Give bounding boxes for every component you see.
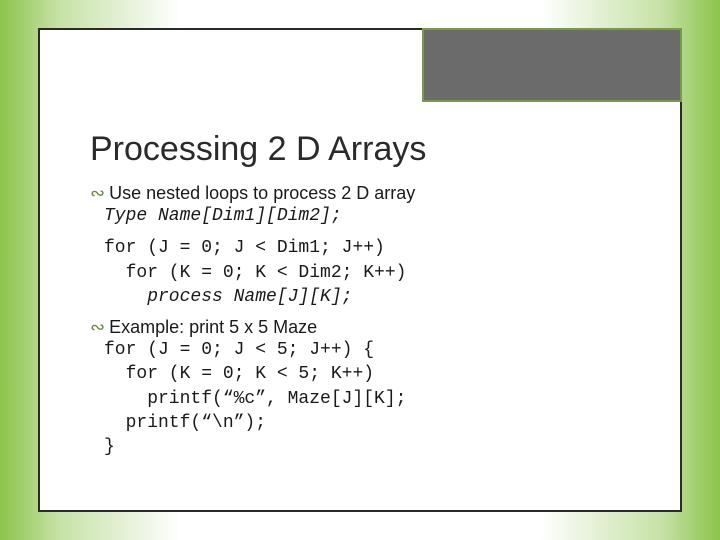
slide-title: Processing 2 D Arrays: [90, 130, 630, 169]
code-line: printf(“\n”);: [104, 411, 630, 435]
code-line: for (J = 0; J < 5; J++) {: [104, 338, 630, 362]
code-line: printf(“%c”, Maze[J][K];: [104, 387, 630, 411]
code-line: process Name[J][K];: [104, 285, 630, 309]
slide-content: Processing 2 D Arrays ∾ Use nested loops…: [90, 130, 630, 464]
corner-decoration: [422, 28, 682, 102]
bullet-text-1: Use nested loops to process 2 D array: [109, 183, 415, 204]
slide-frame: Processing 2 D Arrays ∾ Use nested loops…: [38, 28, 682, 512]
code-blank: [104, 228, 630, 236]
code-block-1: Type Name[Dim1][Dim2]; for (J = 0; J < D…: [104, 204, 630, 309]
bullet-text-2: Example: print 5 x 5 Maze: [109, 317, 317, 338]
code-line: }: [104, 435, 630, 459]
code-line: Type Name[Dim1][Dim2];: [104, 204, 630, 228]
bullet-item-2: ∾ Example: print 5 x 5 Maze: [90, 317, 630, 338]
bullet-icon: ∾: [90, 183, 105, 204]
bullet-icon: ∾: [90, 317, 105, 338]
code-line: for (J = 0; J < Dim1; J++): [104, 236, 630, 260]
code-block-2: for (J = 0; J < 5; J++) { for (K = 0; K …: [104, 338, 630, 459]
code-line: for (K = 0; K < Dim2; K++): [104, 261, 630, 285]
bullet-item-1: ∾ Use nested loops to process 2 D array: [90, 183, 630, 204]
code-line: for (K = 0; K < 5; K++): [104, 362, 630, 386]
